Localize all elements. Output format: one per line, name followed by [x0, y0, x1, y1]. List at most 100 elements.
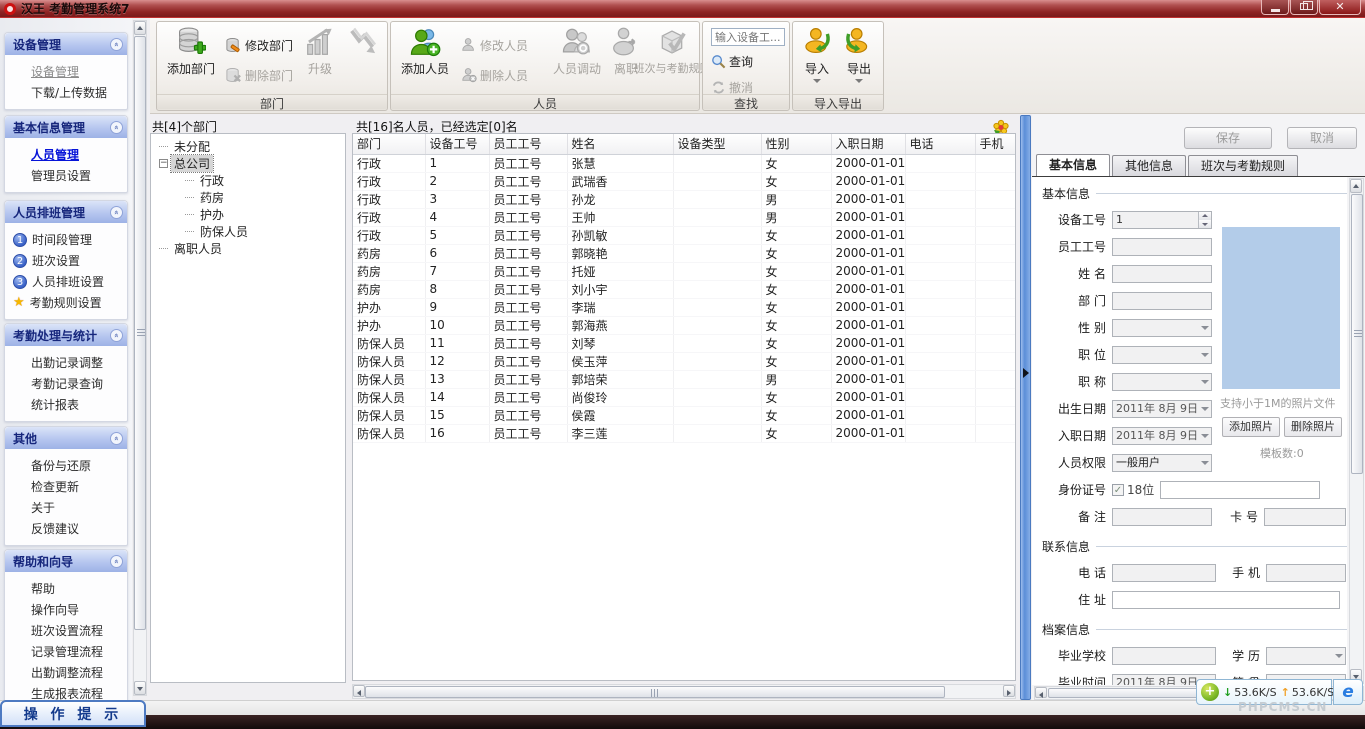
table-scroll-left-button[interactable]: [353, 685, 365, 697]
sidebar-item-2-3[interactable]: ★考勤规则设置: [5, 292, 127, 313]
delete-photo-button[interactable]: 删除照片: [1284, 417, 1342, 437]
sidebar-item-3-2[interactable]: 统计报表: [5, 394, 127, 415]
transfer-person-button[interactable]: 人员调动: [549, 26, 605, 94]
sidebar-item-2-0[interactable]: 1时间段管理: [5, 229, 127, 250]
table-row[interactable]: 防保人员11员工工号刘琴女2000-01-01: [353, 334, 1016, 352]
card-no-field[interactable]: [1264, 508, 1346, 526]
save-button[interactable]: 保存: [1184, 127, 1272, 149]
close-button[interactable]: [1319, 0, 1361, 15]
sidebar-scroll-up-button[interactable]: [134, 21, 146, 35]
upgrade-button[interactable]: 升级: [299, 26, 341, 94]
tree-node-0[interactable]: 未分配: [151, 138, 345, 155]
sidebar-item-4-1[interactable]: 检查更新: [5, 476, 127, 497]
column-header-4[interactable]: 设备类型: [673, 134, 761, 154]
birth-date-select[interactable]: 2011年 8月 9日: [1112, 400, 1212, 418]
table-horizontal-scrollbar[interactable]: [352, 684, 1016, 699]
delete-department-button[interactable]: 删除部门: [225, 64, 293, 86]
spinner-up-icon[interactable]: [1199, 212, 1211, 220]
jobtitle-select[interactable]: [1112, 373, 1212, 391]
ie-browser-icon[interactable]: e: [1333, 679, 1363, 705]
sidebar-item-5-3[interactable]: 记录管理流程: [5, 641, 127, 662]
name-field[interactable]: [1112, 265, 1212, 283]
tree-node-1[interactable]: −总公司: [151, 155, 345, 172]
people-table[interactable]: 部门设备工号员工工号姓名设备类型性别入职日期电话手机 行政1员工工号张慧女200…: [353, 134, 1016, 443]
column-header-0[interactable]: 部门: [353, 134, 425, 154]
export-button[interactable]: 导出: [839, 26, 879, 94]
degree-select[interactable]: [1266, 647, 1346, 665]
table-row[interactable]: 防保人员13员工工号郭培荣男2000-01-01: [353, 370, 1016, 388]
note-field[interactable]: [1112, 508, 1212, 526]
import-chevron-down-icon[interactable]: [813, 79, 821, 83]
hire-date-select[interactable]: 2011年 8月 9日: [1112, 427, 1212, 445]
table-row[interactable]: 护办10员工工号郭海燕女2000-01-01: [353, 316, 1016, 334]
column-header-1[interactable]: 设备工号: [425, 134, 489, 154]
column-header-8[interactable]: 手机: [975, 134, 1016, 154]
sidebar-item-0-1[interactable]: 下载/上传数据: [5, 82, 127, 103]
tree-node-3[interactable]: 药房: [151, 189, 345, 206]
sidebar-item-4-2[interactable]: 关于: [5, 497, 127, 518]
tab-other-info[interactable]: 其他信息: [1112, 155, 1186, 176]
id-no-field[interactable]: [1160, 481, 1320, 499]
sidebar-scroll-thumb[interactable]: [134, 36, 146, 630]
operation-tip-bar[interactable]: 操 作 提 示: [0, 700, 146, 727]
minimize-button[interactable]: [1261, 0, 1289, 15]
sidebar-item-5-4[interactable]: 出勤调整流程: [5, 662, 127, 683]
sidebar-item-5-1[interactable]: 操作向导: [5, 599, 127, 620]
downgrade-button[interactable]: 降级: [343, 26, 385, 94]
sidebar-scrollbar[interactable]: [133, 20, 147, 696]
table-row[interactable]: 行政5员工工号孙凯敏女2000-01-01: [353, 226, 1016, 244]
sidebar-section-header[interactable]: 帮助和向导: [5, 550, 127, 572]
sidebar-item-4-0[interactable]: 备份与还原: [5, 455, 127, 476]
gender-select[interactable]: [1112, 319, 1212, 337]
shift-rules-button[interactable]: 班次与考勤规则: [645, 26, 699, 94]
add-department-button[interactable]: 添加部门: [161, 26, 221, 94]
table-row[interactable]: 行政1员工工号张慧女2000-01-01: [353, 154, 1016, 172]
privilege-select[interactable]: 一般用户: [1112, 454, 1212, 472]
address-field[interactable]: [1112, 591, 1340, 609]
school-field[interactable]: [1112, 647, 1216, 665]
tree-node-5[interactable]: 防保人员: [151, 223, 345, 240]
detail-hscroll-thumb[interactable]: [1048, 688, 1198, 698]
tab-basic-info[interactable]: 基本信息: [1036, 154, 1110, 177]
export-chevron-down-icon[interactable]: [855, 79, 863, 83]
import-button[interactable]: 导入: [797, 26, 837, 94]
table-row[interactable]: 护办9员工工号李瑞女2000-01-01: [353, 298, 1016, 316]
column-header-7[interactable]: 电话: [905, 134, 975, 154]
tab-shift-rules[interactable]: 班次与考勤规则: [1188, 155, 1298, 176]
table-row[interactable]: 药房7员工工号托娅女2000-01-01: [353, 262, 1016, 280]
tree-collapse-icon[interactable]: −: [159, 159, 168, 168]
chevron-up-circle-icon[interactable]: [110, 206, 123, 219]
position-select[interactable]: [1112, 346, 1212, 364]
emp-no-field[interactable]: [1112, 238, 1212, 256]
table-row[interactable]: 防保人员15员工工号侯霞女2000-01-01: [353, 406, 1016, 424]
detail-scroll-up-button[interactable]: [1350, 179, 1362, 193]
detail-scroll-left-button[interactable]: [1035, 687, 1047, 698]
table-row[interactable]: 行政3员工工号孙龙男2000-01-01: [353, 190, 1016, 208]
sidebar-section-header[interactable]: 人员排班管理: [5, 201, 127, 223]
modify-department-button[interactable]: 修改部门: [225, 34, 293, 56]
sidebar-item-0-0[interactable]: 设备管理: [5, 61, 127, 82]
column-header-3[interactable]: 姓名: [567, 134, 673, 154]
sidebar-item-3-0[interactable]: 出勤记录调整: [5, 352, 127, 373]
delete-person-button[interactable]: 删除人员: [461, 64, 528, 86]
table-row[interactable]: 行政4员工工号王帅男2000-01-01: [353, 208, 1016, 226]
table-row[interactable]: 行政2员工工号武瑞香女2000-01-01: [353, 172, 1016, 190]
sidebar-item-5-0[interactable]: 帮助: [5, 578, 127, 599]
table-row[interactable]: 药房6员工工号郭晓艳女2000-01-01: [353, 244, 1016, 262]
chevron-up-circle-icon[interactable]: [110, 555, 123, 568]
safety-360-icon[interactable]: [1201, 683, 1219, 701]
modify-person-button[interactable]: 修改人员: [461, 34, 528, 56]
tree-node-4[interactable]: 护办: [151, 206, 345, 223]
add-person-button[interactable]: 添加人员: [395, 26, 455, 94]
spinner-down-icon[interactable]: [1199, 220, 1211, 228]
sidebar-item-1-0[interactable]: 人员管理: [5, 144, 127, 165]
mobile-field[interactable]: [1266, 564, 1346, 582]
id-18-checkbox[interactable]: ✓: [1112, 484, 1124, 496]
table-row[interactable]: 防保人员12员工工号侯玉萍女2000-01-01: [353, 352, 1016, 370]
detail-scroll-thumb[interactable]: [1351, 194, 1363, 474]
table-row[interactable]: 药房8员工工号刘小宇女2000-01-01: [353, 280, 1016, 298]
column-header-2[interactable]: 员工工号: [489, 134, 567, 154]
table-row[interactable]: 防保人员14员工工号尚俊玲女2000-01-01: [353, 388, 1016, 406]
chevron-up-circle-icon[interactable]: [110, 121, 123, 134]
device-search-input[interactable]: [711, 28, 785, 46]
